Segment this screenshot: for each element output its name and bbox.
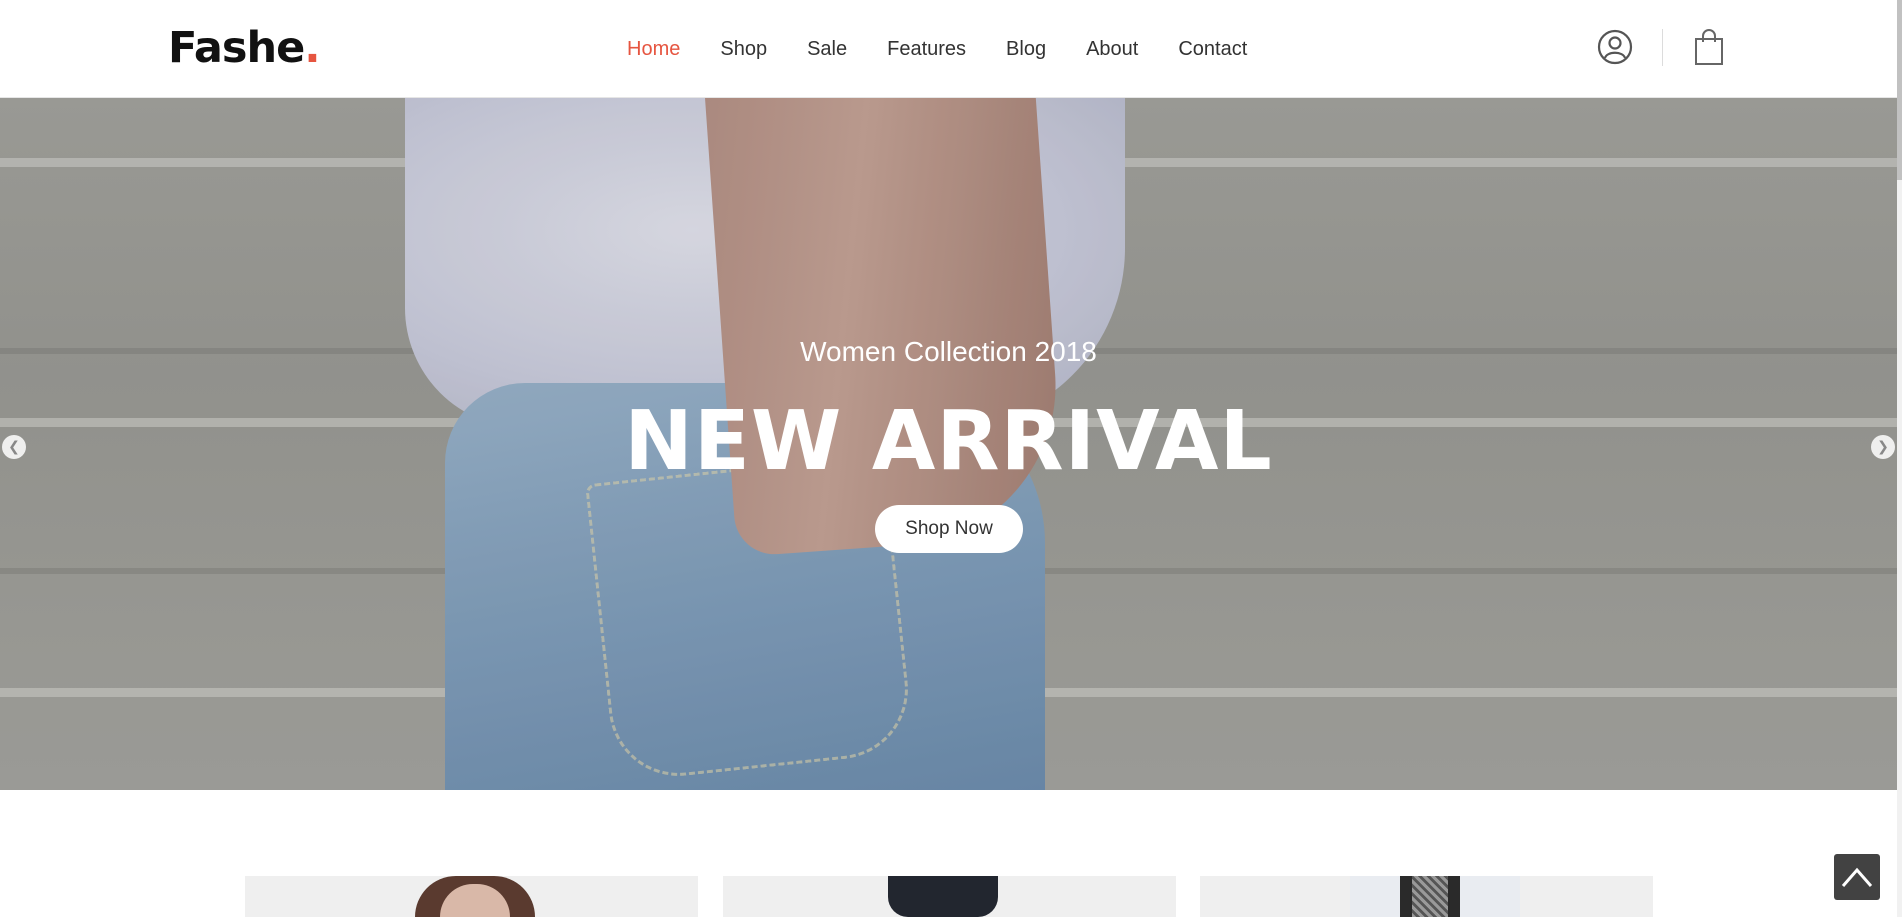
back-to-top-button[interactable]: [1834, 854, 1880, 900]
nav-item-contact[interactable]: Contact: [1178, 34, 1247, 64]
hero-slider: Women Collection 2018 NEW ARRIVAL Shop N…: [0, 98, 1897, 790]
nav-item-shop[interactable]: Shop: [720, 34, 767, 64]
brand-logo[interactable]: Fashe.: [168, 22, 321, 74]
page-scrollbar[interactable]: [1897, 0, 1902, 917]
banner-image: [1412, 876, 1448, 917]
main-nav: Home Shop Sale Features Blog About Conta…: [627, 34, 1287, 64]
slider-next-button[interactable]: ❯: [1871, 435, 1895, 459]
category-banner-1[interactable]: [245, 876, 698, 917]
nav-item-home[interactable]: Home: [627, 34, 680, 64]
chevron-right-icon: ❯: [1877, 439, 1889, 455]
brand-name: Fashe: [168, 23, 305, 73]
nav-item-about[interactable]: About: [1086, 34, 1138, 64]
user-icon[interactable]: [1597, 29, 1633, 65]
scrollbar-thumb[interactable]: [1897, 0, 1902, 180]
hero-subtitle: Women Collection 2018: [800, 336, 1097, 367]
site-header: Fashe. Home Shop Sale Features Blog Abou…: [0, 0, 1897, 98]
slider-prev-button[interactable]: ❮: [2, 435, 26, 459]
header-divider: [1662, 29, 1663, 66]
brand-dot: .: [304, 23, 320, 73]
category-banner-2[interactable]: [723, 876, 1176, 917]
category-banner-3[interactable]: [1200, 876, 1653, 917]
banner-image: [888, 876, 998, 917]
shop-now-button[interactable]: Shop Now: [875, 505, 1023, 553]
nav-item-features[interactable]: Features: [887, 34, 966, 64]
shopping-bag-icon[interactable]: [1693, 28, 1725, 66]
chevron-up-icon: [1841, 867, 1873, 887]
nav-item-blog[interactable]: Blog: [1006, 34, 1046, 64]
chevron-left-icon: ❮: [8, 439, 20, 455]
nav-item-sale[interactable]: Sale: [807, 34, 847, 64]
hero-title: NEW ARRIVAL: [624, 394, 1273, 489]
